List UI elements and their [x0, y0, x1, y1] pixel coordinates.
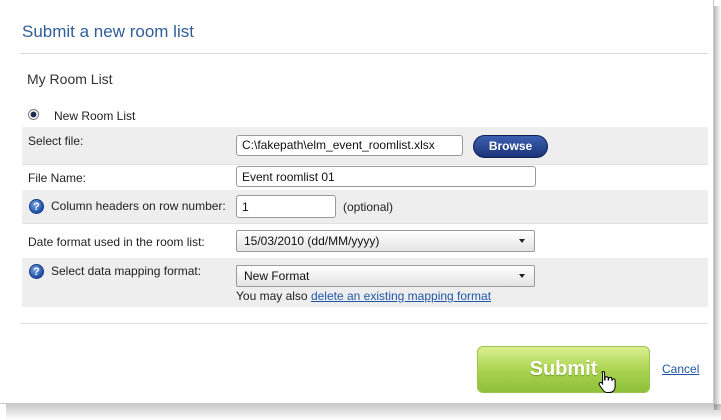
submit-room-list-dialog: Submit a new room list My Room List New …	[0, 0, 714, 404]
chevron-down-icon	[519, 239, 525, 243]
row-divider	[22, 164, 708, 165]
dialog-title: Submit a new room list	[22, 22, 194, 41]
form-divider	[20, 323, 708, 324]
column-headers-label: Column headers on row number:	[51, 199, 226, 213]
mapping-note: You may also delete an existing mapping …	[236, 289, 491, 303]
title-divider	[20, 53, 708, 54]
cancel-link[interactable]: Cancel	[662, 362, 699, 376]
optional-hint: (optional)	[343, 200, 394, 214]
file-name-input[interactable]	[236, 166, 536, 187]
browse-button[interactable]: Browse	[473, 135, 548, 158]
window-shadow-bottom	[6, 404, 721, 420]
help-icon[interactable]: ?	[29, 264, 44, 279]
date-format-select[interactable]: 15/03/2010 (dd/MM/yyyy)	[236, 230, 535, 252]
file-path-field[interactable]: C:\fakepath\elm_event_roomlist.xlsx	[236, 135, 463, 156]
row-divider	[22, 223, 708, 224]
chevron-down-icon	[519, 274, 525, 278]
mapping-format-label: Select data mapping format:	[51, 264, 202, 278]
help-icon[interactable]: ?	[29, 199, 44, 214]
column-headers-input[interactable]	[236, 195, 336, 218]
submit-button[interactable]: Submit	[477, 346, 650, 393]
mapping-format-select[interactable]: New Format	[236, 265, 535, 287]
new-room-list-radio[interactable]	[28, 109, 39, 120]
window-shadow-right	[714, 6, 721, 410]
date-format-value: 15/03/2010 (dd/MM/yyyy)	[244, 234, 380, 248]
mapping-format-value: New Format	[244, 269, 310, 283]
delete-mapping-link[interactable]: delete an existing mapping format	[311, 289, 491, 303]
hand-pointer-icon	[598, 370, 616, 393]
mapping-note-text: You may also	[236, 289, 308, 303]
select-file-label: Select file:	[28, 134, 84, 148]
new-room-list-label: New Room List	[54, 109, 136, 123]
date-format-label: Date format used in the room list:	[28, 235, 205, 249]
section-title: My Room List	[27, 71, 113, 87]
file-name-label: File Name:	[28, 171, 87, 185]
